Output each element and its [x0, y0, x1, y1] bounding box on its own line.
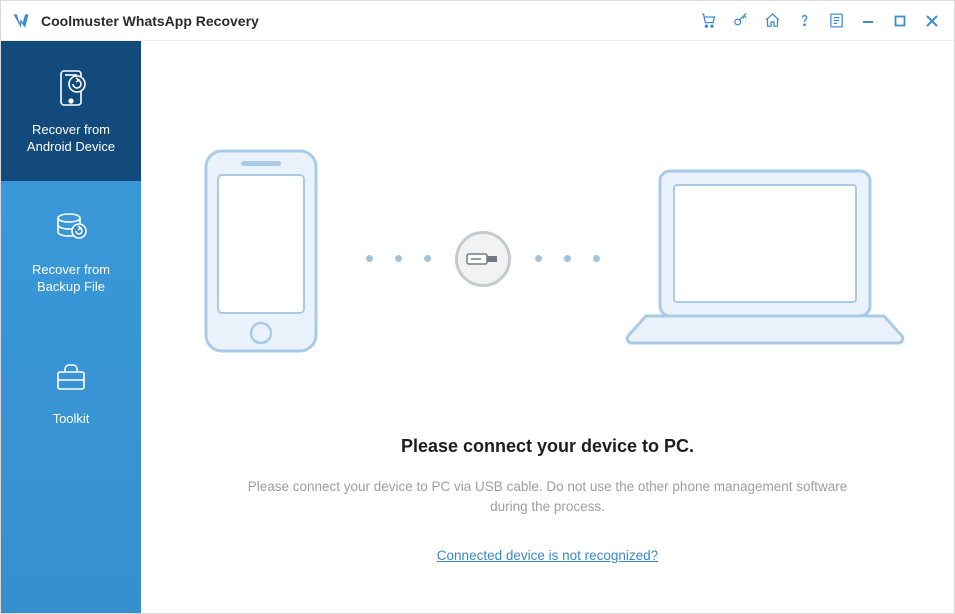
phone-recover-icon	[49, 66, 93, 110]
backup-recover-icon	[49, 206, 93, 250]
dot-icon	[593, 255, 600, 262]
feedback-icon[interactable]	[820, 5, 852, 37]
toolkit-icon	[49, 355, 93, 399]
sidebar-item-label: Recover from Backup File	[32, 262, 110, 296]
maximize-button[interactable]	[884, 5, 916, 37]
sidebar: Recover from Android Device Recover from…	[1, 41, 141, 613]
sidebar-item-label: Toolkit	[53, 411, 90, 428]
key-icon[interactable]	[724, 5, 756, 37]
dot-icon	[395, 255, 402, 262]
app-logo-icon	[11, 11, 31, 31]
device-not-recognized-link[interactable]: Connected device is not recognized?	[437, 548, 658, 563]
content-pane: Please connect your device to PC. Please…	[141, 41, 954, 613]
phone-illustration-icon	[186, 141, 346, 376]
dot-icon	[366, 255, 373, 262]
usb-connector-icon	[455, 231, 511, 287]
dot-icon	[564, 255, 571, 262]
dot-icon	[535, 255, 542, 262]
close-button[interactable]	[916, 5, 948, 37]
help-icon[interactable]	[788, 5, 820, 37]
home-icon[interactable]	[756, 5, 788, 37]
dot-icon	[424, 255, 431, 262]
sidebar-item-recover-android[interactable]: Recover from Android Device	[1, 41, 141, 181]
cart-icon[interactable]	[692, 5, 724, 37]
connection-illustration	[186, 141, 910, 376]
sidebar-item-label: Recover from Android Device	[27, 122, 115, 156]
headline: Please connect your device to PC.	[401, 436, 694, 457]
minimize-button[interactable]	[852, 5, 884, 37]
app-title: Coolmuster WhatsApp Recovery	[41, 13, 259, 29]
titlebar: Coolmuster WhatsApp Recovery	[1, 1, 954, 41]
laptop-illustration-icon	[620, 151, 910, 366]
sub-instruction: Please connect your device to PC via USB…	[248, 477, 848, 518]
sidebar-item-recover-backup[interactable]: Recover from Backup File	[1, 181, 141, 321]
sidebar-item-toolkit[interactable]: Toolkit	[1, 321, 141, 461]
